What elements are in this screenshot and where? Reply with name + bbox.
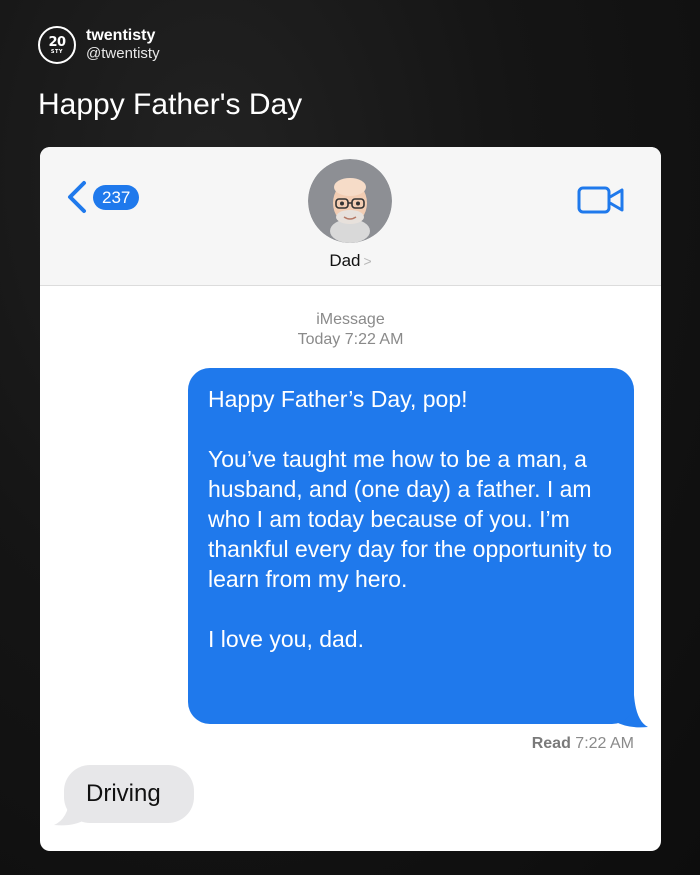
sent-message-text: Happy Father’s Day, pop! You’ve taught m… bbox=[208, 386, 613, 652]
read-receipt: Read 7:22 AM bbox=[532, 735, 634, 753]
chevron-right-icon: > bbox=[363, 253, 372, 269]
contact-name[interactable]: Dad > bbox=[40, 251, 661, 271]
video-camera-icon[interactable] bbox=[577, 185, 625, 215]
received-message-bubble[interactable]: Driving bbox=[64, 765, 194, 823]
logo-sub: STY bbox=[50, 48, 64, 55]
received-message-text: Driving bbox=[86, 780, 161, 807]
avatar[interactable] bbox=[308, 159, 392, 243]
unread-count-badge: 237 bbox=[93, 184, 140, 210]
service-label: iMessage bbox=[316, 311, 385, 328]
account-info: twentisty @twentisty bbox=[86, 27, 160, 63]
contact-name-label: Dad bbox=[329, 251, 361, 270]
read-time: 7:22 AM bbox=[575, 735, 634, 752]
messages-screenshot: 237 Dad > iMessage Today 7:22 AM Happy F… bbox=[40, 147, 661, 851]
back-chevron-icon bbox=[68, 181, 86, 213]
memoji-avatar bbox=[308, 159, 392, 243]
read-label: Read bbox=[531, 735, 571, 752]
logo-number: 20 bbox=[48, 34, 66, 50]
sent-message-bubble[interactable]: Happy Father’s Day, pop! You’ve taught m… bbox=[188, 368, 634, 724]
message-timestamp: Today 7:22 AM bbox=[297, 331, 404, 348]
twentisty-logo[interactable]: 20 STY bbox=[38, 26, 76, 64]
conversation-header: 237 Dad > bbox=[40, 147, 661, 286]
back-button[interactable]: 237 bbox=[64, 179, 140, 215]
account-handle[interactable]: @twentisty bbox=[86, 45, 160, 63]
account-name[interactable]: twentisty bbox=[86, 27, 160, 45]
post-caption: Happy Father's Day bbox=[38, 88, 303, 121]
post-header: 20 STY twentisty @twentisty bbox=[38, 26, 160, 64]
